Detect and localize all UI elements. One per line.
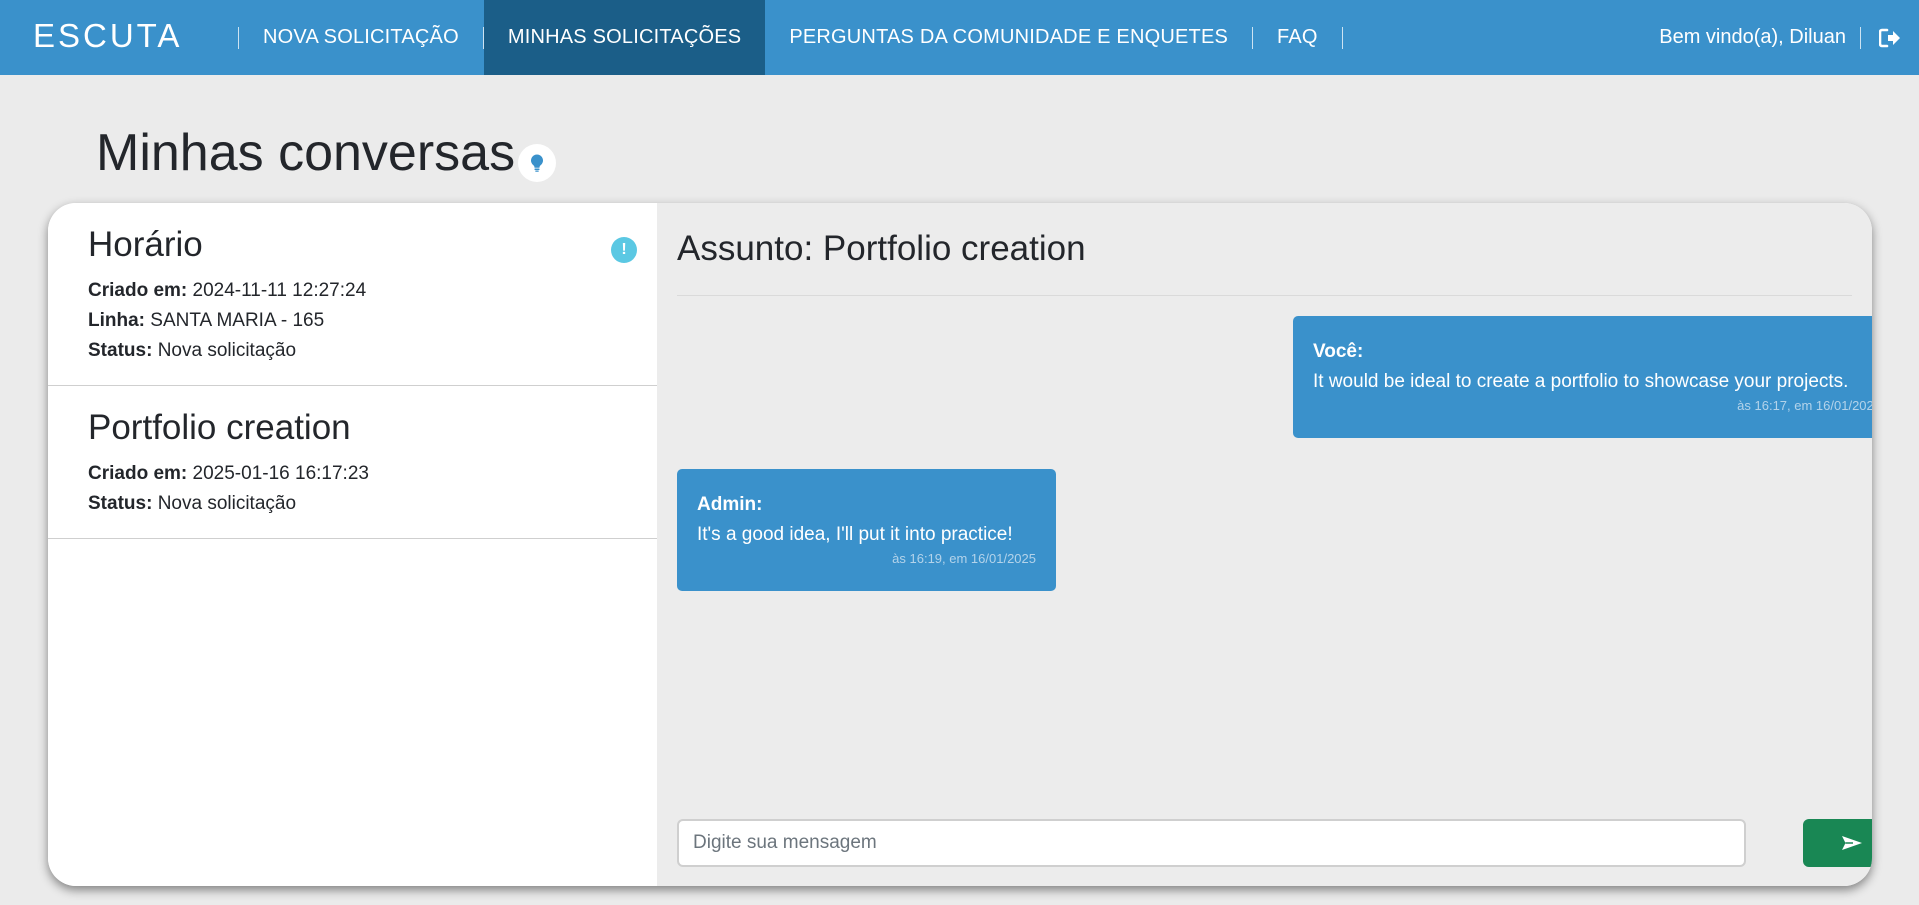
status-label: Status:: [88, 493, 153, 514]
welcome-text: Bem vindo(a), Diluan: [1659, 26, 1846, 48]
conversation-created: Criado em: 2025-01-16 16:17:23: [88, 459, 617, 489]
created-value: 2024-11-11 12:27:24: [192, 280, 367, 301]
subject-divider: [677, 295, 1852, 296]
chat-panel: Assunto: Portfolio creation Você: It wou…: [657, 203, 1872, 886]
conversations-card: Horário Criado em: 2024-11-11 12:27:24 L…: [48, 203, 1872, 886]
chat-subject: Assunto: Portfolio creation: [677, 229, 1086, 268]
nav-link-perguntas-comunidade[interactable]: PERGUNTAS DA COMUNIDADE E ENQUETES: [765, 0, 1252, 75]
status-value: Nova solicitação: [157, 340, 297, 361]
message-author: Você:: [1313, 341, 1364, 362]
message-text: It's a good idea, I'll put it into pract…: [697, 524, 1013, 545]
created-value: 2025-01-16 16:17:23: [192, 463, 369, 484]
conversation-status: Status: Nova solicitação: [88, 489, 617, 519]
conversation-item-horario[interactable]: Horário Criado em: 2024-11-11 12:27:24 L…: [48, 203, 657, 386]
message-input[interactable]: [677, 819, 1746, 867]
message-time: às 16:17, em 16/01/2025: [1737, 398, 1872, 413]
nav-link-nova-solicitacao[interactable]: NOVA SOLICITAÇÃO: [239, 0, 483, 75]
created-label: Criado em:: [88, 280, 188, 301]
page-title: Minhas conversas: [96, 124, 516, 182]
nav-separator: [1341, 26, 1343, 49]
conversation-line: Linha: SANTA MARIA - 165: [88, 306, 617, 336]
conversation-created: Criado em: 2024-11-11 12:27:24: [88, 276, 617, 306]
created-label: Criado em:: [88, 463, 188, 484]
message-time: às 16:19, em 16/01/2025: [892, 551, 1036, 566]
line-label: Linha:: [88, 310, 145, 331]
conversation-title: Horário: [88, 225, 203, 264]
conversation-title: Portfolio creation: [88, 408, 351, 447]
main-nav: NOVA SOLICITAÇÃO MINHAS SOLICITAÇÕES PER…: [238, 0, 1343, 75]
conversation-item-portfolio[interactable]: Portfolio creation Criado em: 2025-01-16…: [48, 386, 657, 539]
sign-out-icon[interactable]: [1861, 0, 1919, 75]
escuta-logo[interactable]: ESCUTA: [33, 19, 182, 52]
status-value: Nova solicitação: [157, 493, 297, 514]
nav-link-faq[interactable]: FAQ: [1253, 0, 1342, 75]
lightbulb-icon[interactable]: [518, 144, 556, 182]
message-bubble-user: Você: It would be ideal to create a port…: [1293, 316, 1872, 438]
message-bubble-admin: Admin: It's a good idea, I'll put it int…: [677, 469, 1056, 591]
conversation-list: Horário Criado em: 2024-11-11 12:27:24 L…: [48, 203, 657, 886]
status-label: Status:: [88, 340, 153, 361]
line-value: SANTA MARIA - 165: [150, 310, 325, 331]
message-author: Admin:: [697, 494, 763, 515]
message-text: It would be ideal to create a portfolio …: [1313, 371, 1849, 392]
conversation-status: Status: Nova solicitação: [88, 336, 617, 366]
send-button[interactable]: [1803, 819, 1872, 867]
exclamation-icon: !: [611, 237, 637, 263]
paper-plane-icon: [1842, 836, 1862, 850]
user-area: Bem vindo(a), Diluan: [1659, 0, 1919, 75]
top-navbar: ESCUTA NOVA SOLICITAÇÃO MINHAS SOLICITAÇ…: [0, 0, 1919, 75]
nav-link-minhas-solicitacoes[interactable]: MINHAS SOLICITAÇÕES: [483, 0, 766, 75]
